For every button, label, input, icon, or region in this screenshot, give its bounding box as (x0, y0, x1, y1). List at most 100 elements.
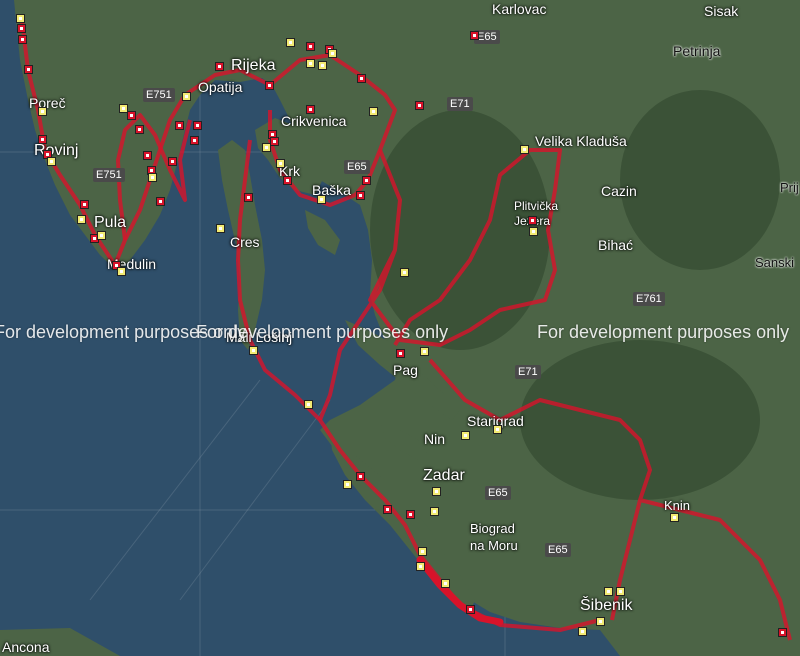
map-marker[interactable] (461, 431, 470, 440)
map-marker[interactable] (383, 505, 392, 514)
place-prij: Prij (780, 180, 799, 195)
place-cazin: Cazin (601, 183, 637, 199)
map-marker[interactable] (415, 101, 424, 110)
map-marker[interactable] (343, 480, 352, 489)
map-marker[interactable] (168, 157, 177, 166)
map-marker[interactable] (18, 35, 27, 44)
map-marker[interactable] (356, 191, 365, 200)
map-marker[interactable] (182, 92, 191, 101)
map-marker[interactable] (357, 74, 366, 83)
map-view[interactable]: Karlovac Sisak Petrinja Rijeka Opatija P… (0, 0, 800, 656)
map-marker[interactable] (778, 628, 787, 637)
place-porec: Poreč (29, 95, 66, 111)
map-marker[interactable] (418, 547, 427, 556)
map-marker[interactable] (362, 176, 371, 185)
map-marker[interactable] (306, 42, 315, 51)
place-knin: Knin (664, 498, 691, 513)
map-marker[interactable] (97, 231, 106, 240)
map-marker[interactable] (38, 135, 47, 144)
map-marker[interactable] (441, 579, 450, 588)
place-crikvenica: Crikvenica (281, 113, 347, 129)
map-marker[interactable] (135, 125, 144, 134)
map-marker[interactable] (529, 227, 538, 236)
place-plitvicka-jezera: Plitvička Jezera (514, 199, 559, 228)
map-marker[interactable] (156, 197, 165, 206)
map-marker[interactable] (306, 59, 315, 68)
map-marker[interactable] (175, 121, 184, 130)
map-marker[interactable] (148, 173, 157, 182)
road-shield-e65: E65 (485, 486, 511, 501)
place-pag: Pag (393, 362, 418, 378)
road-shield-e71: E71 (447, 97, 473, 112)
map-marker[interactable] (47, 157, 56, 166)
place-sisak: Sisak (704, 3, 739, 19)
map-marker[interactable] (616, 587, 625, 596)
map-marker[interactable] (286, 38, 295, 47)
map-marker[interactable] (16, 14, 25, 23)
map-marker[interactable] (304, 400, 313, 409)
place-opatija: Opatija (198, 79, 243, 95)
map-marker[interactable] (466, 605, 475, 614)
map-marker[interactable] (276, 159, 285, 168)
road-shield-e751: E751 (143, 88, 175, 103)
map-marker[interactable] (143, 151, 152, 160)
map-marker[interactable] (38, 107, 47, 116)
map-marker[interactable] (317, 195, 326, 204)
map-marker[interactable] (193, 121, 202, 130)
map-marker[interactable] (528, 216, 537, 225)
map-marker[interactable] (493, 425, 502, 434)
map-marker[interactable] (17, 24, 26, 33)
map-marker[interactable] (244, 193, 253, 202)
place-biograd-na-moru: Biograd na Moru (470, 521, 518, 553)
map-marker[interactable] (283, 176, 292, 185)
map-marker[interactable] (670, 513, 679, 522)
map-marker[interactable] (596, 617, 605, 626)
map-marker[interactable] (400, 268, 409, 277)
map-marker[interactable] (420, 347, 429, 356)
map-marker[interactable] (80, 200, 89, 209)
place-rovinj: Rovinj (34, 142, 79, 159)
map-marker[interactable] (249, 346, 258, 355)
place-ancona: Ancona (2, 639, 50, 655)
map-marker[interactable] (432, 487, 441, 496)
place-bihac: Bihać (598, 237, 634, 253)
map-marker[interactable] (318, 61, 327, 70)
road-shield-e761: E761 (633, 292, 665, 307)
map-marker[interactable] (470, 31, 479, 40)
place-velika-kladusa: Velika Kladuša (535, 133, 627, 149)
road-shield-e65: E65 (344, 160, 370, 175)
map-marker[interactable] (216, 224, 225, 233)
map-marker[interactable] (117, 267, 126, 276)
road-shield-e751: E751 (93, 168, 125, 183)
place-cres: Cres (230, 234, 260, 250)
map-marker[interactable] (416, 562, 425, 571)
map-marker[interactable] (270, 137, 279, 146)
map-marker[interactable] (24, 65, 33, 74)
map-marker[interactable] (265, 81, 274, 90)
map-marker[interactable] (430, 507, 439, 516)
place-sanski: Sanski (755, 255, 795, 270)
map-marker[interactable] (356, 472, 365, 481)
place-petrinja: Petrinja (673, 43, 721, 59)
place-pula: Pula (94, 214, 127, 231)
place-rijeka: Rijeka (231, 57, 276, 74)
road-shield-e65: E65 (545, 543, 571, 558)
road-shield-e71: E71 (515, 365, 541, 380)
map-marker[interactable] (127, 111, 136, 120)
place-zadar: Zadar (423, 467, 465, 484)
place-karlovac: Karlovac (492, 1, 547, 17)
map-marker[interactable] (369, 107, 378, 116)
place-nin: Nin (424, 431, 446, 447)
map-marker[interactable] (328, 49, 337, 58)
map-marker[interactable] (406, 510, 415, 519)
map-marker[interactable] (306, 105, 315, 114)
map-marker[interactable] (578, 627, 587, 636)
map-marker[interactable] (520, 145, 529, 154)
map-marker[interactable] (77, 215, 86, 224)
dev-watermark: For development purposes only (196, 322, 449, 342)
map-marker[interactable] (190, 136, 199, 145)
map-marker[interactable] (215, 62, 224, 71)
map-marker[interactable] (604, 587, 613, 596)
map-marker[interactable] (396, 349, 405, 358)
place-sibenik: Šibenik (580, 597, 633, 614)
